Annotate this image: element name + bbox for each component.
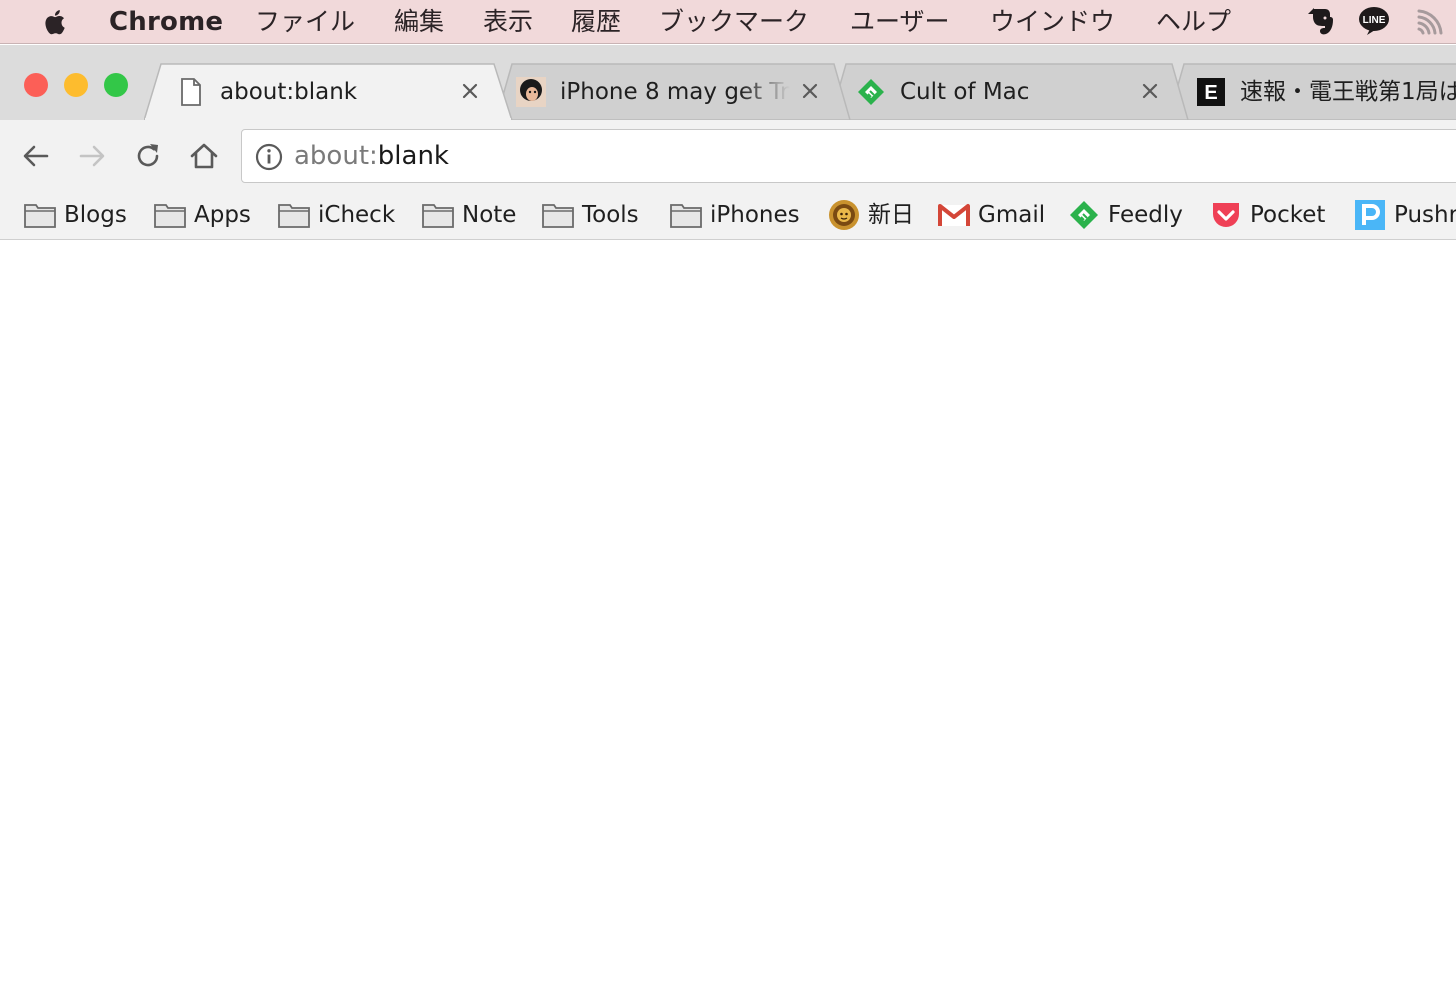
site-info-icon[interactable] [254, 142, 284, 172]
bookmark-folder-blogs[interactable]: Blogs [24, 196, 127, 234]
bookmark-gmail[interactable]: Gmail [938, 196, 1045, 234]
bookmark-label: Tools [582, 202, 639, 228]
folder-icon [670, 199, 702, 231]
engadget-icon: E [1196, 77, 1226, 107]
window-minimize-button[interactable] [64, 73, 88, 97]
bookmark-folder-note[interactable]: Note [422, 196, 516, 234]
bookmark-shinnichi[interactable]: 新日 [828, 196, 914, 234]
menu-app-name[interactable]: Chrome [109, 6, 223, 38]
bookmark-pushbullet[interactable]: Pushr [1354, 196, 1456, 234]
wifi-icon[interactable] [1414, 4, 1448, 38]
folder-icon [154, 199, 186, 231]
tab-1-title: about:blank [220, 79, 358, 105]
blank-page-icon [176, 77, 206, 107]
address-bar[interactable]: about:blank [241, 129, 1456, 183]
tab-1-close-icon[interactable] [456, 77, 484, 105]
tab-strip: E 速報・電王戦第1局は Cult of Mac iPhone 8 may ge… [0, 45, 1456, 120]
bookmark-folder-iphones[interactable]: iPhones [670, 196, 800, 234]
browser-toolbar: about:blank [0, 120, 1456, 192]
pocket-icon [1210, 199, 1242, 231]
line-icon-label: LINE [1363, 15, 1386, 26]
tab-4[interactable]: E 速報・電王戦第1局は [1168, 63, 1456, 120]
bookmark-label: iPhones [710, 202, 800, 228]
forward-arrow-icon[interactable] [72, 136, 112, 176]
home-icon[interactable] [184, 136, 224, 176]
bookmark-label: Pocket [1250, 202, 1326, 228]
url-path: blank [377, 141, 449, 171]
tab-4-title: 速報・電王戦第1局は [1240, 79, 1456, 105]
folder-icon [422, 199, 454, 231]
window-zoom-button[interactable] [104, 73, 128, 97]
menu-bookmarks[interactable]: ブックマーク [659, 6, 809, 38]
tab-3[interactable]: Cult of Mac [830, 63, 1190, 120]
apple-logo-icon[interactable] [40, 6, 72, 38]
gmail-icon [938, 199, 970, 231]
url-scheme: about: [294, 141, 378, 171]
bookmark-pocket[interactable]: Pocket [1210, 196, 1325, 234]
reload-icon[interactable] [128, 136, 168, 176]
bookmark-folder-tools[interactable]: Tools [542, 196, 639, 234]
folder-icon [542, 199, 574, 231]
folder-icon [24, 199, 56, 231]
bookmark-label: Apps [194, 202, 251, 228]
engadget-letter: E [1204, 82, 1217, 104]
menu-history[interactable]: 履歴 [571, 6, 621, 38]
menu-window[interactable]: ウインドウ [990, 6, 1115, 38]
lion-mark-icon [828, 199, 860, 231]
bookmark-feedly[interactable]: Feedly [1068, 196, 1183, 234]
bookmarks-bar: Blogs Apps iCheck Note Tools iPhones 新日 … [0, 192, 1456, 240]
pushbullet-icon [1354, 199, 1386, 231]
tab-2-title: iPhone 8 may get Tr [560, 79, 790, 105]
back-arrow-icon[interactable] [16, 136, 56, 176]
tab-2[interactable]: iPhone 8 may get Tr [496, 63, 852, 120]
tab-3-title: Cult of Mac [900, 79, 1030, 105]
feedly-icon [1068, 199, 1100, 231]
evernote-icon[interactable] [1304, 4, 1338, 38]
line-icon[interactable]: LINE [1357, 4, 1391, 38]
bookmark-label: iCheck [318, 202, 396, 228]
tab-2-close-icon[interactable] [796, 77, 824, 105]
tab-3-close-icon[interactable] [1136, 77, 1164, 105]
menu-bar: Chrome ファイル 編集 表示 履歴 ブックマーク ユーザー ウインドウ ヘ… [0, 0, 1456, 44]
feedly-icon [856, 77, 886, 107]
folder-icon [278, 199, 310, 231]
window-close-button[interactable] [24, 73, 48, 97]
bookmark-label: Gmail [978, 202, 1046, 228]
bookmark-label: 新日 [868, 202, 914, 228]
menu-help[interactable]: ヘルプ [1156, 6, 1231, 38]
page-content-area[interactable] [0, 240, 1456, 986]
menu-edit[interactable]: 編集 [394, 6, 444, 38]
bookmark-folder-apps[interactable]: Apps [154, 196, 251, 234]
avatar-favicon-icon [516, 77, 546, 107]
bookmark-label: Pushr [1394, 202, 1456, 228]
bookmark-folder-icheck[interactable]: iCheck [278, 196, 395, 234]
menu-people[interactable]: ユーザー [850, 6, 950, 38]
menu-view[interactable]: 表示 [483, 6, 533, 38]
bookmark-label: Feedly [1108, 202, 1183, 228]
bookmark-label: Note [462, 202, 517, 228]
menu-file[interactable]: ファイル [255, 6, 355, 38]
tab-1-active[interactable]: about:blank [144, 63, 514, 120]
bookmark-label: Blogs [64, 202, 127, 228]
address-bar-url[interactable]: about:blank [294, 140, 449, 172]
